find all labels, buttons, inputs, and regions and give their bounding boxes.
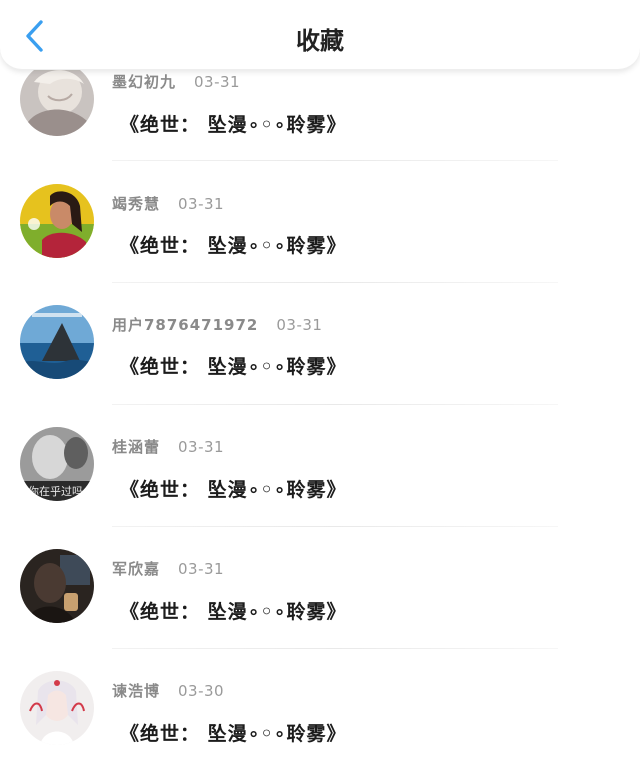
username[interactable]: 用户7876471972 <box>112 314 258 335</box>
list-item[interactable]: 竭秀慧 03-31 《绝世： 坠漫∘◦∘聆雾》 <box>0 121 640 283</box>
favorites-page: 墨幻初九 03-31 《绝世： 坠漫∘◦∘聆雾》 竭秀慧 03-31 《绝世： … <box>0 0 640 764</box>
username[interactable]: 墨幻初九 <box>112 71 176 92</box>
date: 03-31 <box>194 73 241 91</box>
date: 03-31 <box>178 438 225 456</box>
date: 03-31 <box>276 316 323 334</box>
nav-header: 收藏 <box>0 0 640 70</box>
favorite-content[interactable]: 《绝世： 坠漫∘◦∘聆雾》 <box>120 719 347 746</box>
date: 03-31 <box>178 195 225 213</box>
list-item[interactable]: 军欣嘉 03-31 《绝世： 坠漫∘◦∘聆雾》 <box>0 487 640 649</box>
page-title: 收藏 <box>296 27 344 55</box>
date: 03-31 <box>178 560 225 578</box>
list-item[interactable]: 谏浩博 03-30 《绝世： 坠漫∘◦∘聆雾》 <box>0 609 640 745</box>
list-item[interactable]: 你在乎过吗 桂涵蕾 03-31 《绝世： 坠漫∘◦∘聆雾》 <box>0 365 640 527</box>
username[interactable]: 谏浩博 <box>112 680 160 701</box>
avatar[interactable] <box>20 671 94 745</box>
date: 03-30 <box>178 682 225 700</box>
username[interactable]: 军欣嘉 <box>112 558 160 579</box>
username[interactable]: 竭秀慧 <box>112 193 160 214</box>
username[interactable]: 桂涵蕾 <box>112 436 160 457</box>
list-item[interactable]: 用户7876471972 03-31 《绝世： 坠漫∘◦∘聆雾》 <box>0 243 640 405</box>
